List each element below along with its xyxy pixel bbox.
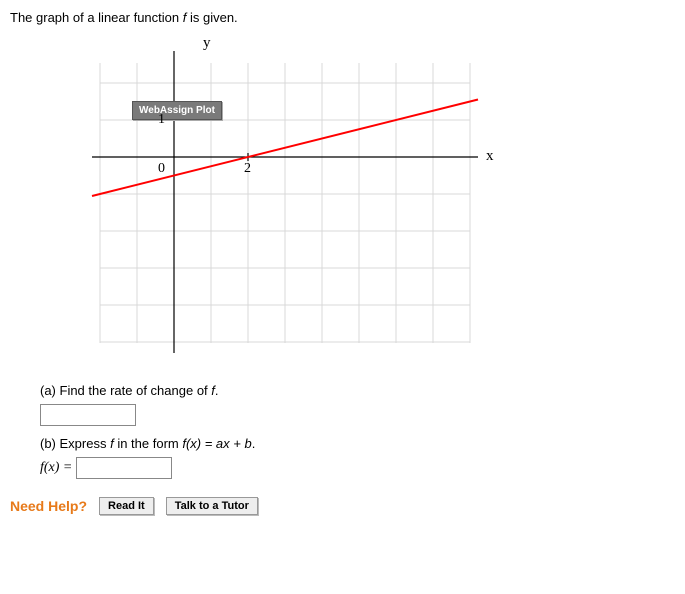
xtick-2: 2 [244, 161, 251, 177]
plot-area: WebAssign Plot y x 1 0 2 [70, 33, 500, 363]
part-b: (b) Express f in the form f(x) = ax + b.… [40, 436, 675, 479]
need-help-label: Need Help? [10, 498, 87, 514]
part-a: (a) Find the rate of change of f. [40, 383, 675, 426]
read-it-button[interactable]: Read It [99, 497, 154, 515]
part-a-answer-input[interactable] [40, 404, 136, 426]
part-b-text: (b) Express f in the form f(x) = ax + b. [40, 436, 675, 451]
x-axis-label: x [486, 148, 494, 165]
part-b-lead: (b) Express [40, 436, 110, 451]
need-help-row: Need Help? Read It Talk to a Tutor [10, 497, 675, 515]
fx-equals-label: f(x) = [40, 460, 72, 476]
prompt-lead: The graph of a linear function [10, 10, 183, 25]
question-prompt: The graph of a linear function f is give… [10, 10, 675, 25]
part-b-form: f(x) = ax + b [182, 436, 251, 451]
part-b-tail: . [252, 436, 256, 451]
prompt-tail: is given. [186, 10, 237, 25]
plot-title-badge: WebAssign Plot [132, 101, 222, 120]
linear-plot-svg [70, 33, 500, 363]
part-a-lead: (a) Find the rate of change of [40, 383, 211, 398]
part-a-tail: . [215, 383, 219, 398]
part-b-mid: in the form [114, 436, 183, 451]
y-axis-label: y [203, 35, 211, 52]
ytick-0: 0 [158, 161, 165, 177]
part-b-answer-input[interactable] [76, 457, 172, 479]
part-a-text: (a) Find the rate of change of f. [40, 383, 675, 398]
ytick-1: 1 [158, 112, 165, 128]
talk-to-tutor-button[interactable]: Talk to a Tutor [166, 497, 258, 515]
